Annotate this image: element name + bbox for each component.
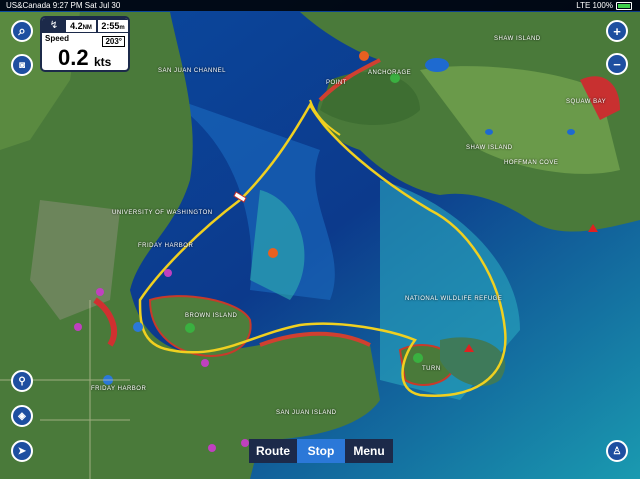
menu-button[interactable]: Menu	[345, 439, 393, 463]
map-label: FRIDAY HARBOR	[91, 386, 147, 392]
map-label: SHAW ISLAND	[466, 145, 513, 151]
map-label: POINT	[326, 80, 347, 86]
time-label: 9:27 PM	[52, 1, 83, 10]
speed-label: Speed	[45, 34, 70, 43]
heading-value: 203°	[102, 36, 125, 47]
battery-label: 100%	[592, 1, 613, 10]
poi-marker	[96, 288, 104, 296]
poi-marker	[164, 269, 172, 277]
pin-button[interactable]: ⚲	[11, 370, 33, 392]
map-label: NATIONAL WILDLIFE REFUGE	[405, 296, 503, 302]
speed-value: 0.2	[58, 45, 89, 70]
zoom-out-button[interactable]: −	[606, 53, 628, 75]
anchor-marker	[185, 323, 195, 333]
poi-marker	[201, 359, 209, 367]
speed-panel[interactable]: ↯ 4.2NM 2:55m Speed 203° 0.2 kts	[40, 16, 130, 72]
route-icon: ↯	[49, 20, 59, 31]
plus-icon: +	[613, 23, 621, 39]
person-icon: ♙	[612, 445, 622, 457]
bottom-toolbar: Route Stop Menu	[249, 439, 393, 463]
marina-marker	[268, 248, 278, 258]
eta-unit: m	[119, 24, 125, 31]
location-button[interactable]: ➤	[11, 440, 33, 462]
date-label: Sat Jul 30	[84, 1, 121, 10]
map-label: HOFFMAN COVE	[504, 160, 559, 166]
camera-icon: ◙	[18, 59, 26, 71]
pin-icon: ⚲	[18, 375, 26, 387]
search-button[interactable]: ⌕	[11, 20, 33, 42]
map-label: TURN	[422, 366, 441, 372]
status-bar: US&Canada 9:27 PM Sat Jul 30 LTE 100%	[0, 0, 640, 11]
zoom-in-button[interactable]: +	[606, 20, 628, 42]
map-label: SAN JUAN CHANNEL	[158, 68, 227, 74]
map-label: BROWN ISLAND	[185, 313, 238, 319]
poi-marker	[74, 323, 82, 331]
layers-button[interactable]: ◈	[11, 405, 33, 427]
battery-icon	[616, 1, 632, 10]
marina-marker	[359, 51, 369, 61]
map-label: UNIVERSITY OF WASHINGTON	[112, 210, 213, 216]
info-marker	[133, 322, 143, 332]
map-label: SQUAW BAY	[566, 99, 607, 105]
carrier-label: US&Canada	[6, 1, 51, 10]
map-label: FRIDAY HARBOR	[138, 243, 194, 249]
route-button[interactable]: Route	[249, 439, 297, 463]
network-label: LTE	[576, 1, 591, 10]
speed-unit: kts	[94, 55, 112, 69]
anchor-marker	[413, 353, 423, 363]
search-icon: ⌕	[18, 23, 26, 38]
minus-icon: −	[613, 56, 621, 72]
camera-button[interactable]: ◙	[11, 54, 33, 76]
layers-icon: ◈	[18, 410, 26, 422]
poi-marker	[208, 444, 216, 452]
poi-marker	[241, 439, 249, 447]
navigation-arrow-icon: ➤	[17, 445, 27, 457]
map-label: SAN JUAN ISLAND	[276, 410, 337, 416]
distance-value: 4.2	[70, 20, 83, 31]
distance-unit: NM	[82, 24, 92, 31]
map-label: SHAW ISLAND	[494, 36, 541, 42]
eta-value: 2:55	[101, 20, 120, 31]
stop-button[interactable]: Stop	[297, 439, 345, 463]
person-button[interactable]: ♙	[606, 440, 628, 462]
map-label: ANCHORAGE	[368, 70, 412, 76]
